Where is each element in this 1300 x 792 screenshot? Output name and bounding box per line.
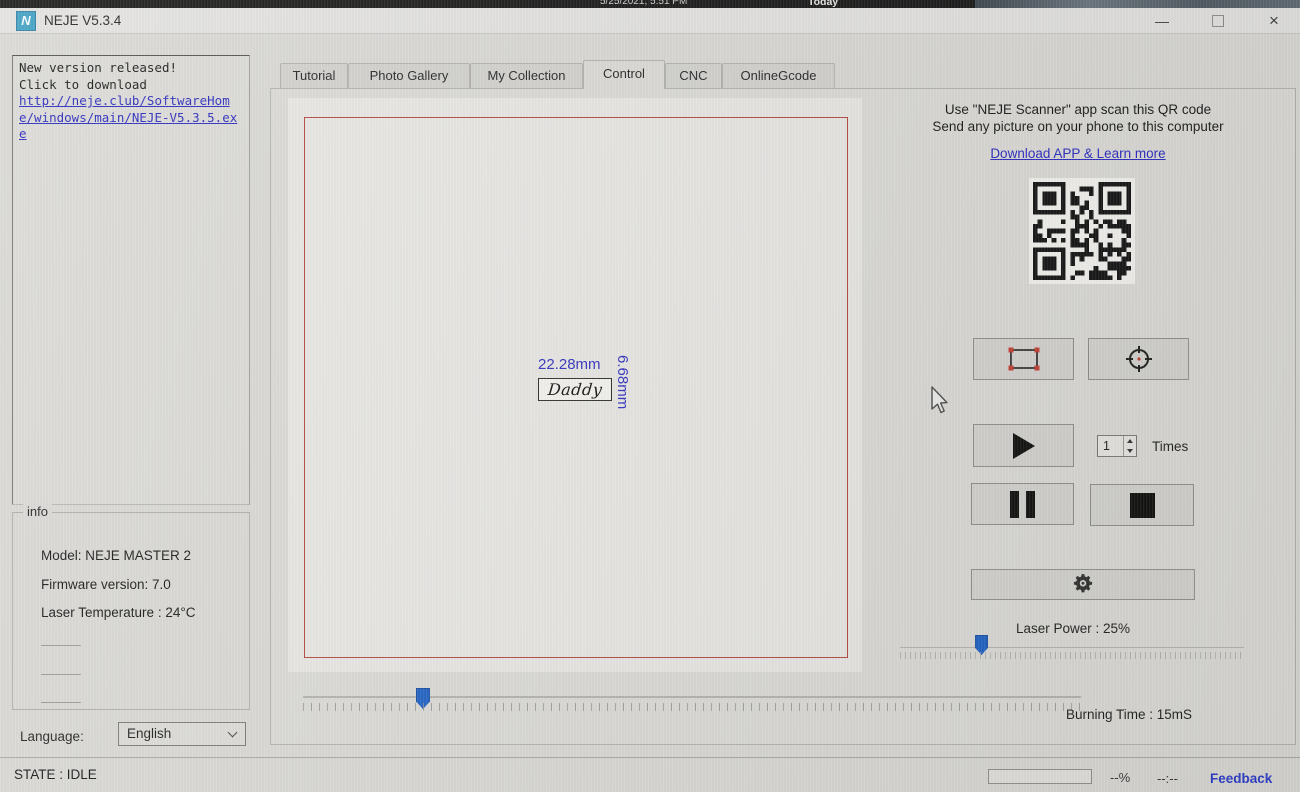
- minimize-button[interactable]: [1140, 8, 1184, 34]
- neje-app-window: N NEJE V5.3.4 × New version released! Cl…: [0, 8, 1300, 792]
- device-model: Model: NEJE MASTER 2: [41, 548, 192, 563]
- engrave-object-selection[interactable]: Daddy: [538, 378, 612, 401]
- device-info-panel: info Model: NEJE MASTER 2 Firmware versi…: [12, 504, 250, 710]
- download-update-link[interactable]: http://neje.club/SoftwareHome/windows/ma…: [19, 93, 237, 141]
- laser-power-slider-track[interactable]: [900, 647, 1244, 648]
- mouse-cursor: [928, 386, 950, 421]
- engrave-text: Daddy: [546, 380, 604, 399]
- laser-power-label: Laser Power : 25%: [1015, 621, 1131, 636]
- stop-button[interactable]: [1090, 484, 1194, 526]
- tab-tutorial[interactable]: Tutorial: [280, 63, 348, 88]
- info-panel-legend: info: [23, 504, 52, 519]
- start-engraving-button[interactable]: [973, 424, 1074, 467]
- progress-percent: --%: [1110, 770, 1131, 785]
- canvas-slider-ticks: [303, 703, 1081, 711]
- background-date-text: 5/25/2021, 5:51 PM: [600, 0, 688, 7]
- maximize-icon: [1212, 15, 1224, 27]
- titlebar: N NEJE V5.3.4 ×: [0, 8, 1300, 34]
- arrow-down-icon: [1127, 449, 1133, 453]
- announcement-line2: Click to download: [19, 76, 147, 92]
- time-remaining: --:--: [1157, 771, 1178, 786]
- info-empty-row: ______: [41, 690, 81, 703]
- object-width-label: 22.28mm: [538, 356, 601, 373]
- times-spinner[interactable]: 1: [1097, 435, 1137, 457]
- burning-time-label: Burning Time : 15mS: [1066, 707, 1193, 722]
- minimize-icon: [1155, 22, 1169, 23]
- maximize-button[interactable]: [1196, 8, 1240, 34]
- close-icon: ×: [1269, 11, 1279, 30]
- object-height-label: 6.68mm: [614, 355, 631, 410]
- language-select[interactable]: English: [118, 722, 246, 746]
- machine-state: STATE : IDLE: [14, 767, 97, 782]
- scanner-instruction-line2: Send any picture on your phone to this c…: [932, 119, 1224, 134]
- download-app-link[interactable]: Download APP & Learn more: [990, 146, 1165, 161]
- close-button[interactable]: ×: [1252, 8, 1296, 34]
- neje-logo-icon: N: [16, 11, 36, 31]
- firmware-version: Firmware version: 7.0: [41, 577, 171, 592]
- tab-onlinegcode[interactable]: OnlineGcode: [722, 63, 835, 88]
- language-label: Language:: [20, 729, 84, 744]
- laser-power-ticks: [900, 652, 1244, 659]
- laser-temperature: Laser Temperature : 24°C: [41, 605, 196, 620]
- engraving-canvas[interactable]: 22.28mm Daddy 6.68mm: [288, 98, 862, 672]
- chevron-down-icon: [227, 727, 238, 738]
- spinner-arrows: [1123, 436, 1136, 456]
- times-value: 1: [1103, 439, 1110, 453]
- crosshair-icon: [1125, 346, 1152, 372]
- announcement-line1: New version released!: [19, 60, 178, 75]
- frame-icon: [1008, 347, 1039, 371]
- info-empty-row: ______: [41, 662, 81, 675]
- pause-icon: [1010, 490, 1019, 518]
- move-to-center-button[interactable]: [1088, 338, 1189, 380]
- scanner-instruction-line1: Use "NEJE Scanner" app scan this QR code: [944, 102, 1212, 117]
- spinner-up-button[interactable]: [1124, 436, 1136, 446]
- times-label: Times: [1152, 439, 1189, 454]
- photographed-screen: 5/25/2021, 5:51 PM Today N NEJE V5.3.4 ×…: [0, 0, 1300, 792]
- pause-button[interactable]: [971, 483, 1074, 525]
- info-empty-row: ______: [41, 633, 81, 646]
- tab-cnc[interactable]: CNC: [665, 63, 722, 88]
- job-progress-bar: [988, 769, 1092, 784]
- spinner-down-button[interactable]: [1124, 446, 1136, 456]
- feedback-link[interactable]: Feedback: [1210, 771, 1272, 786]
- settings-button[interactable]: [971, 569, 1195, 600]
- stop-icon: [1129, 492, 1155, 518]
- tab-my-collection[interactable]: My Collection: [470, 63, 583, 88]
- update-announcement-panel: New version released! Click to download …: [12, 55, 250, 505]
- gear-icon: [1073, 573, 1093, 592]
- language-selected-value: English: [127, 726, 172, 741]
- tab-photo-gallery[interactable]: Photo Gallery: [348, 63, 470, 88]
- background-today-label: Today: [808, 0, 839, 8]
- preview-frame-button[interactable]: [973, 338, 1074, 380]
- play-icon: [1012, 432, 1035, 459]
- arrow-up-icon: [1127, 439, 1133, 443]
- qr-code-image: [1029, 178, 1135, 284]
- window-title: NEJE V5.3.4: [44, 13, 122, 28]
- status-bar: STATE : IDLE --% --:-- Feedback: [0, 757, 1300, 792]
- tab-control[interactable]: Control: [583, 60, 665, 89]
